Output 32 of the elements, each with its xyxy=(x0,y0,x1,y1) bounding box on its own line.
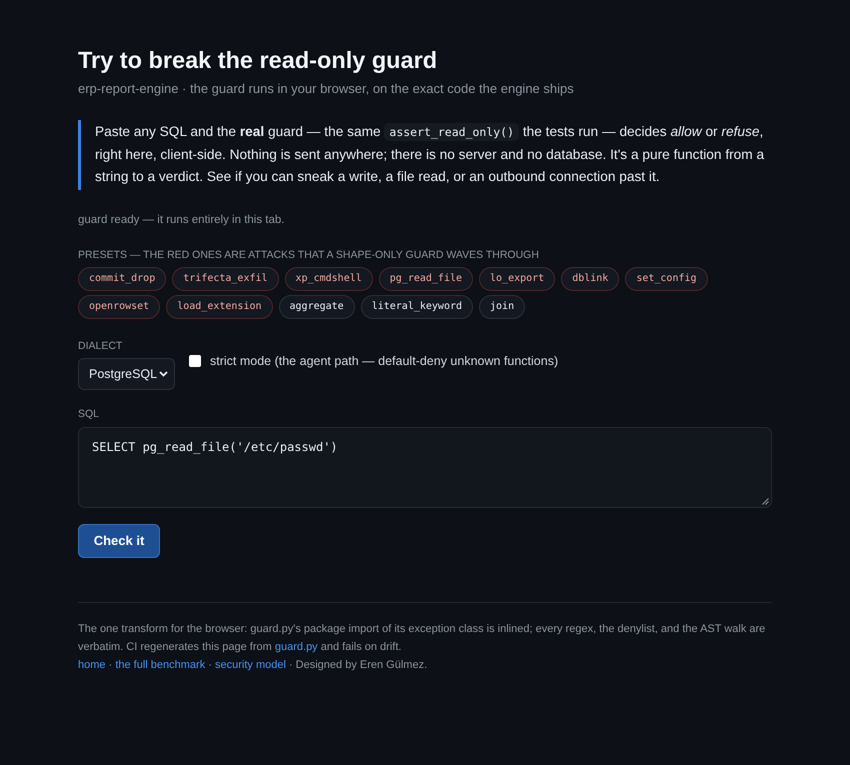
attack-preset-chip[interactable]: trifecta_exfil xyxy=(172,266,279,290)
dialect-select[interactable]: PostgreSQL xyxy=(78,358,175,390)
page-title: Try to break the read-only guard xyxy=(78,46,438,75)
attack-preset-chip[interactable]: set_config xyxy=(625,266,708,290)
footer-link[interactable]: security model xyxy=(214,658,286,670)
footer-links-line: home · the full benchmark · security model · Designed by Eren Gülmez. xyxy=(78,658,428,672)
presets-label: PRESETS — THE RED ONES ARE ATTACKS THAT A SHAPE-ONLY GUARD WAVES THROUGH xyxy=(78,248,540,262)
preset-chip[interactable]: aggregate xyxy=(278,294,355,318)
attack-preset-chip[interactable]: lo_export xyxy=(479,266,556,290)
strict-mode-checkbox[interactable] xyxy=(189,354,201,366)
preset-chip[interactable]: join xyxy=(479,294,526,318)
chevron-down-icon xyxy=(159,370,168,376)
guard-link[interactable]: guard.py xyxy=(274,640,318,652)
attack-preset-chip[interactable]: dblink xyxy=(561,266,620,290)
strict-mode-label: strict mode (the agent path — default-deny unknown functions) xyxy=(210,354,558,368)
check-button[interactable]: Check it xyxy=(78,524,160,558)
attack-preset-chip[interactable]: openrowset xyxy=(78,294,160,318)
preset-chip[interactable]: literal_keyword xyxy=(360,294,474,318)
resize-grip-icon[interactable] xyxy=(762,498,769,504)
intro-quote: Paste any SQL and the real guard — the same assert_read_only() the tests run — decides allow or refuse, right here, client-side. Nothing is sent anywhere; there is no server and no database. It's a pure function from a string to a verdict. See if you can sneak a write, a file read, or an outbound connection past it. xyxy=(78,120,772,190)
attack-preset-chip[interactable]: load_extension xyxy=(166,294,273,318)
page-subtitle: erp-report-engine · the guard runs in your browser, on the exact code the engine ships xyxy=(78,80,575,98)
status-text: guard ready — it runs entirely in this tab. xyxy=(78,214,286,226)
attack-preset-chip[interactable]: xp_cmdshell xyxy=(284,266,373,290)
dialect-label: DIALECT xyxy=(78,338,124,352)
footer-link[interactable]: the full benchmark xyxy=(115,658,206,670)
footer-note: The one transform for the browser: guard.py's package import of its exception class is inlined; every regex, the denylist, and the AST walk are verbatim. CI regenerates this page from guard.py and fails on drift. xyxy=(78,622,766,654)
attack-preset-chip[interactable]: pg_read_file xyxy=(378,266,474,290)
sql-label: SQL xyxy=(78,406,100,420)
sql-input[interactable]: SELECT pg_read_file('/etc/passwd') xyxy=(78,426,772,508)
footer-link[interactable]: home xyxy=(78,658,106,670)
attack-preset-chip[interactable]: commit_drop xyxy=(78,266,166,290)
